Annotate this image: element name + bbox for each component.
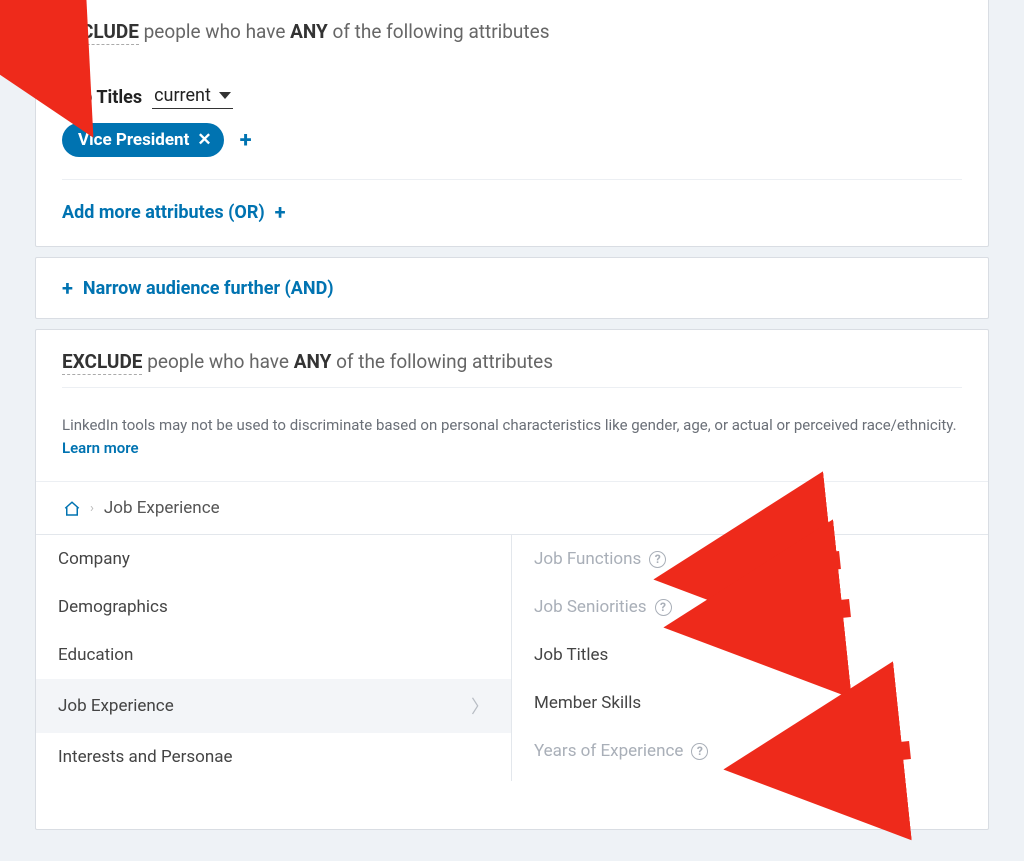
subcategory-item: Job Functions?: [512, 535, 988, 583]
add-more-attributes-button[interactable]: Add more attributes (OR) +: [62, 200, 286, 224]
category-item[interactable]: Interests and Personae: [36, 733, 511, 781]
chevron-right-icon: 〉: [471, 693, 489, 719]
attribute-picker: Company Demographics Education Job Experien…: [36, 534, 988, 781]
narrow-audience-button[interactable]: + Narrow audience further (AND): [62, 276, 334, 300]
job-titles-scope-select[interactable]: current: [152, 85, 233, 109]
job-titles-label: Job Titles: [62, 87, 142, 108]
chip-remove-icon[interactable]: ✕: [197, 130, 211, 150]
subcategory-item: Years of Experience?: [512, 727, 988, 775]
category-item[interactable]: Job Experience 〉: [36, 679, 511, 733]
job-titles-scope-value: current: [154, 85, 211, 106]
breadcrumb-current: Job Experience: [104, 498, 220, 518]
subcategory-label: Job Titles: [534, 645, 608, 665]
help-icon[interactable]: ?: [655, 599, 672, 616]
job-titles-chip-row: Vice President ✕ +: [62, 121, 962, 180]
include-header: INCLUDE people who have ANY of the follo…: [62, 20, 962, 57]
help-icon[interactable]: ?: [649, 551, 666, 568]
category-item[interactable]: Demographics: [36, 583, 511, 631]
subcategory-label: Member Skills: [534, 693, 641, 713]
category-label: Education: [58, 645, 133, 665]
exclude-panel: EXCLUDE people who have ANY of the follo…: [35, 329, 989, 830]
category-label: Interests and Personae: [58, 747, 232, 767]
chip-vice-president[interactable]: Vice President ✕: [62, 123, 224, 157]
category-label: Company: [58, 549, 130, 569]
add-more-row: Add more attributes (OR) +: [62, 180, 962, 246]
subcategory-item: Job Seniorities?: [512, 583, 988, 631]
attribute-breadcrumb: › Job Experience: [36, 481, 988, 534]
caret-down-icon: [219, 92, 231, 99]
plus-icon: +: [275, 200, 286, 224]
subcategory-label: Job Seniorities: [534, 597, 647, 617]
category-item[interactable]: Company: [36, 535, 511, 583]
learn-more-link[interactable]: Learn more: [62, 439, 139, 457]
home-icon[interactable]: [62, 500, 80, 516]
include-any: ANY: [290, 20, 328, 43]
add-more-label: Add more attributes (OR): [62, 202, 265, 223]
help-icon[interactable]: ?: [691, 743, 708, 760]
exclude-disclaimer: LinkedIn tools may not be used to discri…: [62, 387, 962, 481]
subcategory-label: Job Functions: [534, 549, 641, 569]
exclude-keyword: EXCLUDE: [62, 350, 142, 375]
exclude-header: EXCLUDE people who have ANY of the follo…: [62, 350, 962, 387]
subcategory-item[interactable]: Member Skills: [512, 679, 988, 727]
job-titles-field-row: Job Titles current: [62, 85, 962, 109]
category-item[interactable]: Education: [36, 631, 511, 679]
category-column: Company Demographics Education Job Experien…: [36, 535, 512, 781]
include-keyword: INCLUDE: [62, 20, 139, 45]
category-label: Job Experience: [58, 696, 174, 716]
category-label: Demographics: [58, 597, 168, 617]
subcategory-column: Job Functions?Job Seniorities?Job Titles…: [512, 535, 988, 781]
narrow-audience-panel: + Narrow audience further (AND): [35, 257, 989, 319]
exclude-any: ANY: [294, 350, 332, 373]
include-panel: INCLUDE people who have ANY of the follo…: [35, 0, 989, 247]
narrow-audience-label: Narrow audience further (AND): [83, 278, 334, 299]
subcategory-label: Years of Experience: [534, 741, 683, 761]
plus-icon: +: [62, 276, 73, 300]
add-job-title-button[interactable]: +: [236, 128, 256, 153]
subcategory-item[interactable]: Job Titles: [512, 631, 988, 679]
breadcrumb-separator-icon: ›: [90, 501, 94, 516]
chip-label: Vice President: [78, 130, 189, 150]
